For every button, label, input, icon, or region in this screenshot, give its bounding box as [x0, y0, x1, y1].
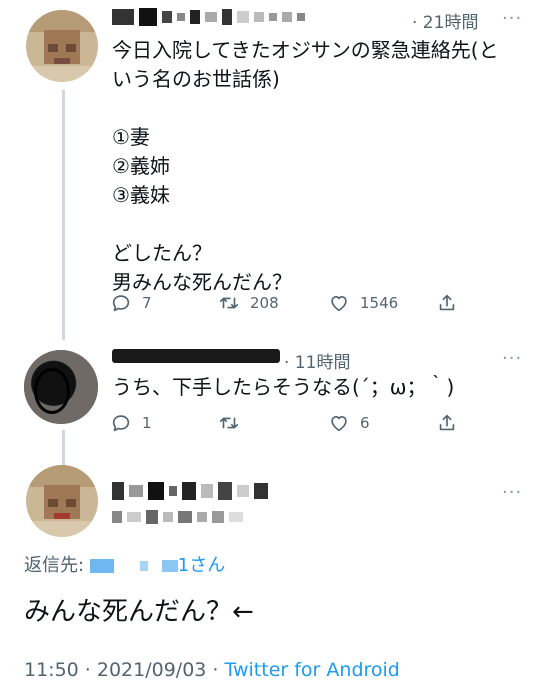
redacted-user-name[interactable]	[112, 349, 280, 363]
share-icon	[439, 294, 455, 311]
tweet-actions: 7 208 1546	[110, 292, 458, 314]
retweet-button[interactable]	[218, 412, 328, 434]
retweet-icon	[219, 297, 239, 309]
avatar[interactable]	[26, 465, 98, 537]
more-icon[interactable]: ···	[502, 348, 522, 369]
share-button[interactable]	[436, 292, 458, 314]
like-button[interactable]: 1546	[328, 292, 436, 314]
reply-icon	[112, 295, 130, 312]
tweet-metadata: 11:50 · 2021/09/03 · Twitter for Android	[24, 659, 400, 681]
thread-line	[62, 90, 65, 340]
more-icon[interactable]: ···	[502, 8, 522, 29]
reply-to-line: 返信先: 1さん	[24, 551, 225, 577]
share-icon	[439, 414, 455, 431]
tweet-actions: 1 6	[110, 412, 458, 434]
avatar[interactable]	[26, 10, 98, 82]
source-link[interactable]: Twitter for Android	[225, 659, 400, 681]
tweet-time[interactable]: · 11時間	[284, 348, 350, 373]
like-button[interactable]: 6	[328, 412, 436, 434]
reply-button[interactable]: 7	[110, 292, 218, 314]
tweet-text: 今日入院してきたオジサンの緊急連絡先(と いう名のお世話係) ①妻 ②義姉 ③義…	[112, 38, 499, 294]
redacted-user-name[interactable]	[112, 8, 305, 26]
reply-count: 7	[142, 294, 152, 312]
more-icon[interactable]: ···	[502, 482, 522, 503]
like-icon	[331, 295, 347, 312]
retweet-icon	[219, 417, 239, 429]
retweet-button[interactable]: 208	[218, 292, 328, 314]
like-count: 6	[360, 414, 370, 432]
like-count: 1546	[360, 294, 399, 312]
timestamp[interactable]: 11:50 · 2021/09/03 ·	[24, 659, 225, 681]
reply-count: 1	[142, 414, 152, 432]
redacted-display-name[interactable]	[112, 482, 268, 500]
retweet-count: 208	[250, 294, 279, 312]
reply-icon	[112, 415, 130, 432]
reply-to-suffix: 1さん	[177, 555, 226, 576]
tweet-time[interactable]: · 21時間	[412, 8, 478, 33]
thread-line	[62, 430, 65, 465]
share-button[interactable]	[436, 412, 458, 434]
avatar[interactable]	[24, 350, 98, 424]
reply-to-user-link[interactable]: 1さん	[89, 555, 226, 576]
reply-button[interactable]: 1	[110, 412, 218, 434]
like-icon	[331, 415, 347, 432]
tweet-text: うち、下手したらそうなる(´；ω；｀)	[112, 375, 455, 399]
redacted-handle[interactable]	[112, 510, 243, 524]
reply-to-label: 返信先:	[24, 555, 90, 576]
main-tweet-text: みんな死んだん？←	[24, 597, 254, 627]
